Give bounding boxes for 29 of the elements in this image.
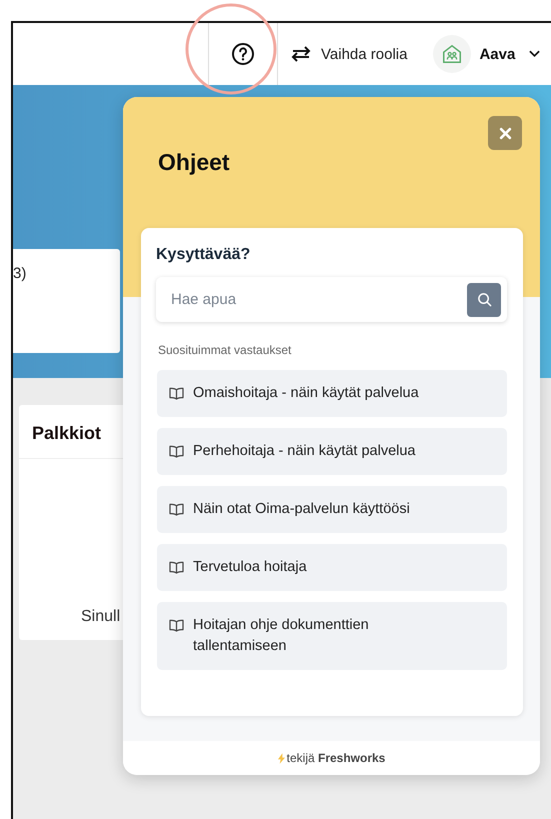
article-link[interactable]: Näin otat Oima-palvelun käyttöösi [157, 486, 507, 533]
search-field[interactable]: Hae apua [156, 277, 507, 322]
articles-heading: Suosituimmat vastaukset [157, 343, 292, 357]
book-icon [169, 445, 184, 458]
book-icon [169, 619, 184, 632]
chevron-down-icon [529, 50, 540, 58]
search-button[interactable] [467, 282, 501, 316]
avatar[interactable] [433, 35, 472, 73]
search-icon [476, 292, 492, 307]
powered-by-text: tekijä Freshworks [286, 751, 386, 765]
book-icon [169, 561, 184, 574]
rewards-text: Sinull [81, 608, 120, 626]
article-link[interactable]: Perhehoitaja - näin käytät palvelua [157, 428, 507, 475]
article-link[interactable]: Hoitajan ohje dokumenttien tallentamiseen [157, 602, 507, 670]
section-title: Kysyttävää? [156, 246, 252, 264]
book-icon [169, 387, 184, 400]
help-icon[interactable] [231, 42, 255, 66]
user-menu[interactable]: Aava [479, 46, 540, 62]
widget-title: Ohjeet [158, 149, 230, 176]
house-icon [441, 43, 464, 65]
book-icon [169, 503, 184, 516]
close-icon [498, 126, 512, 140]
article-link[interactable]: Omaishoitaja - näin käytät palvelua [157, 370, 507, 417]
card-text: 3) [13, 265, 26, 282]
close-button[interactable] [488, 116, 522, 150]
switch-role-button[interactable]: Vaihda roolia [290, 46, 408, 62]
article-link[interactable]: Tervetuloa hoitaja [157, 544, 507, 591]
lightning-icon [278, 752, 285, 764]
swap-icon [290, 46, 312, 62]
